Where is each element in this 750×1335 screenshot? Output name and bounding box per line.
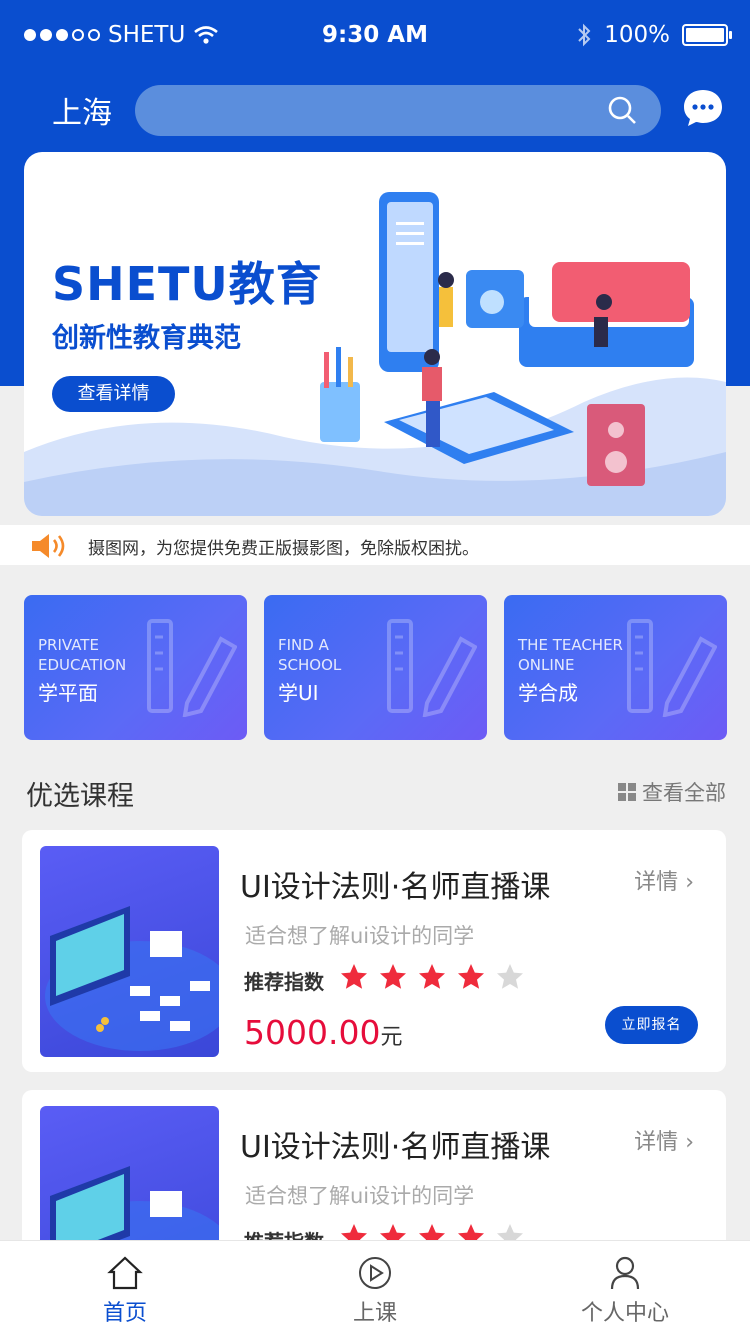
tab-label: 首页: [102, 1301, 147, 1326]
category-en: PRIVATE EDUCATION: [38, 636, 127, 674]
status-right: 100%: [576, 22, 732, 48]
price-unit: 元: [380, 1025, 403, 1050]
enroll-button[interactable]: 立即报名: [605, 1006, 698, 1044]
course-title: UI设计法则·名师直播课: [240, 1130, 551, 1165]
category-card-compositing[interactable]: THE TEACHER ONLINE 学合成: [504, 595, 727, 740]
star-icon: [497, 964, 523, 989]
category-en: FIND A SCHOOL: [278, 636, 342, 674]
course-detail-link[interactable]: 详情 ›: [634, 864, 694, 896]
notice-text: 摄图网，为您提供免费正版摄影图，免除版权困扰。: [88, 539, 479, 559]
tab-label: 个人中心: [580, 1301, 669, 1326]
star-icon: [341, 964, 367, 989]
category-en: THE TEACHER ONLINE: [518, 636, 623, 674]
detail-label: 详情: [634, 1130, 679, 1155]
star-icon: [458, 964, 484, 989]
tab-profile[interactable]: 个人中心: [500, 1241, 750, 1335]
city-selector[interactable]: 上海: [52, 88, 112, 132]
search-icon[interactable]: [607, 95, 637, 125]
battery-percent: 100%: [604, 22, 670, 48]
tab-label: 上课: [352, 1301, 397, 1326]
tab-home[interactable]: 首页: [0, 1241, 250, 1335]
star-icon: [419, 964, 445, 989]
rating-label: 推荐指数: [244, 970, 324, 994]
home-icon: [107, 1256, 143, 1290]
ruler-pencil-icon: [387, 619, 477, 717]
category-card-graphic[interactable]: PRIVATE EDUCATION 学平面: [24, 595, 247, 740]
ruler-pencil-icon: [147, 619, 237, 717]
view-all-label: 查看全部: [642, 781, 726, 805]
category-zh: 学平面: [38, 681, 98, 705]
course-card[interactable]: UI设计法则·名师直播课 详情 › 适合想了解ui设计的同学 推荐指数 5000…: [22, 830, 726, 1072]
ruler-pencil-icon: [627, 619, 717, 717]
course-description: 适合想了解ui设计的同学: [245, 924, 475, 948]
category-card-ui[interactable]: FIND A SCHOOL 学UI: [264, 595, 487, 740]
banner-subtitle: 创新性教育典范: [52, 323, 241, 354]
grid-icon: [618, 783, 636, 801]
course-title: UI设计法则·名师直播课: [240, 870, 551, 905]
view-details-button[interactable]: 查看详情: [52, 376, 175, 412]
star-icon: [380, 964, 406, 989]
play-icon: [359, 1257, 391, 1289]
classroom-illustration: [45, 906, 219, 1051]
status-bar: SHETU 9:30 AM 100%: [0, 0, 750, 70]
detail-label: 详情: [634, 870, 679, 895]
banner-title: SHETU教育: [52, 257, 323, 311]
tab-class[interactable]: 上课: [250, 1241, 500, 1335]
search-input[interactable]: [135, 85, 661, 136]
rating-stars: [340, 963, 524, 991]
message-icon[interactable]: [683, 88, 723, 128]
price-value: 5000.00: [244, 1013, 381, 1052]
course-detail-link[interactable]: 详情 ›: [634, 1124, 694, 1156]
chevron-right-icon: ›: [685, 1130, 694, 1155]
promo-banner[interactable]: SHETU教育 创新性教育典范 查看详情: [24, 152, 726, 516]
course-price: 5000.00元: [244, 1013, 402, 1052]
user-icon: [610, 1256, 640, 1290]
course-description: 适合想了解ui设计的同学: [245, 1184, 475, 1208]
view-all-link[interactable]: 查看全部: [618, 777, 726, 807]
notice-bar[interactable]: 摄图网，为您提供免费正版摄影图，免除版权困扰。: [0, 525, 750, 565]
chevron-right-icon: ›: [685, 870, 694, 895]
category-zh: 学合成: [518, 681, 578, 705]
course-thumbnail: [40, 846, 219, 1057]
battery-icon: [682, 24, 732, 46]
bottom-tab-bar: 首页 上课 个人中心: [0, 1240, 750, 1335]
bluetooth-icon: [578, 23, 591, 47]
section-title: 优选课程: [26, 781, 134, 812]
speaker-icon: [32, 534, 65, 558]
category-zh: 学UI: [278, 681, 319, 705]
